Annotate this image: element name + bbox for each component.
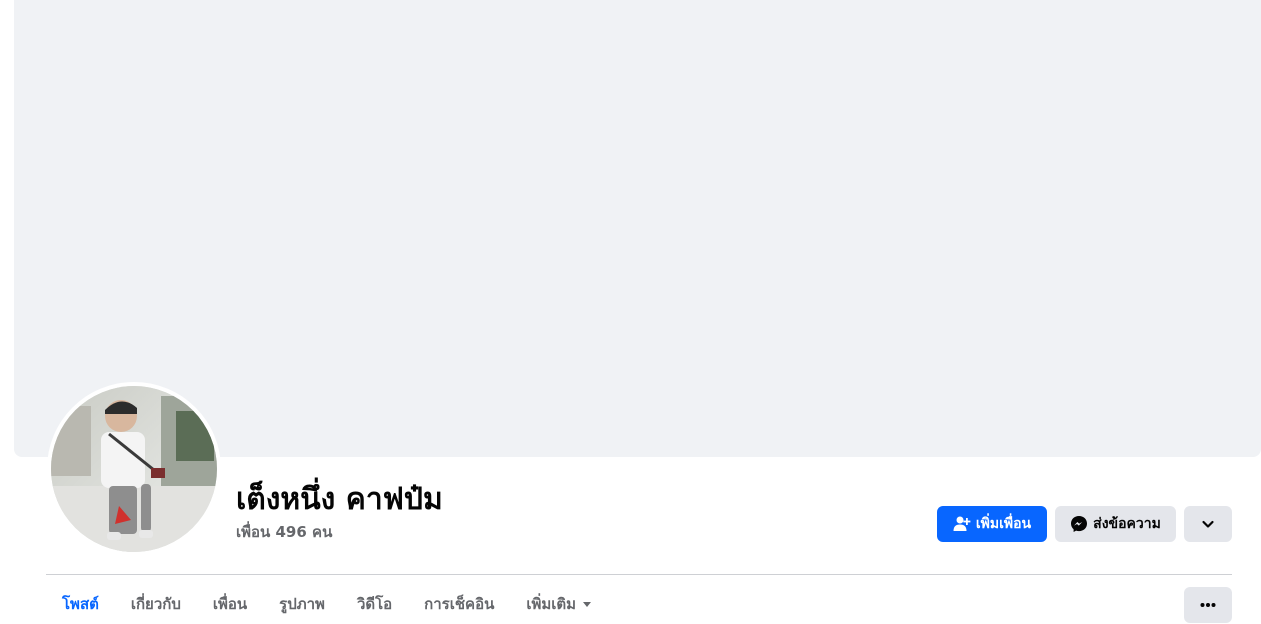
tab-label: การเช็คอิน bbox=[424, 595, 495, 613]
tabs-more-options-button[interactable] bbox=[1184, 587, 1232, 623]
tab-about[interactable]: เกี่ยวกับ bbox=[115, 584, 197, 624]
tab-label: รูปภาพ bbox=[279, 595, 325, 613]
tab-check-ins[interactable]: การเช็คอิน bbox=[408, 584, 510, 624]
tab-label: เพื่อน bbox=[212, 595, 248, 613]
caret-down-icon bbox=[582, 599, 592, 609]
tab-label: โพสต์ bbox=[62, 595, 99, 613]
add-friend-label: เพิ่มเพื่อน bbox=[975, 516, 1032, 532]
avatar-image bbox=[51, 386, 217, 552]
add-friend-button[interactable]: เพิ่มเพื่อน bbox=[937, 506, 1047, 542]
friends-count[interactable]: เพื่อน 496 คน bbox=[236, 522, 332, 542]
profile-tabs: โพสต์ เกี่ยวกับ เพื่อน รูปภาพ วิดีโอ การ… bbox=[46, 584, 608, 624]
chevron-down-icon bbox=[1201, 517, 1215, 531]
tabs-divider bbox=[46, 574, 1232, 575]
person-add-icon bbox=[953, 515, 971, 533]
tab-label: วิดีโอ bbox=[356, 595, 393, 613]
profile-name: เต็งหนึ่ง คาฟป๋ม bbox=[236, 482, 443, 517]
profile-picture[interactable] bbox=[47, 382, 221, 556]
tab-label: เกี่ยวกับ bbox=[130, 595, 181, 613]
cover-photo[interactable] bbox=[14, 0, 1261, 457]
tab-photos[interactable]: รูปภาพ bbox=[263, 584, 341, 624]
messenger-icon bbox=[1070, 515, 1088, 533]
tab-videos[interactable]: วิดีโอ bbox=[341, 584, 408, 624]
avatar[interactable] bbox=[51, 386, 217, 552]
ellipsis-icon bbox=[1200, 602, 1216, 608]
tab-more[interactable]: เพิ่มเติม bbox=[510, 584, 608, 624]
message-label: ส่งข้อความ bbox=[1093, 516, 1161, 532]
tab-posts[interactable]: โพสต์ bbox=[46, 584, 115, 624]
profile-more-button[interactable] bbox=[1184, 506, 1232, 542]
message-button[interactable]: ส่งข้อความ bbox=[1055, 506, 1176, 542]
tab-friends[interactable]: เพื่อน bbox=[197, 584, 263, 624]
tab-label: เพิ่มเติม bbox=[526, 595, 577, 613]
